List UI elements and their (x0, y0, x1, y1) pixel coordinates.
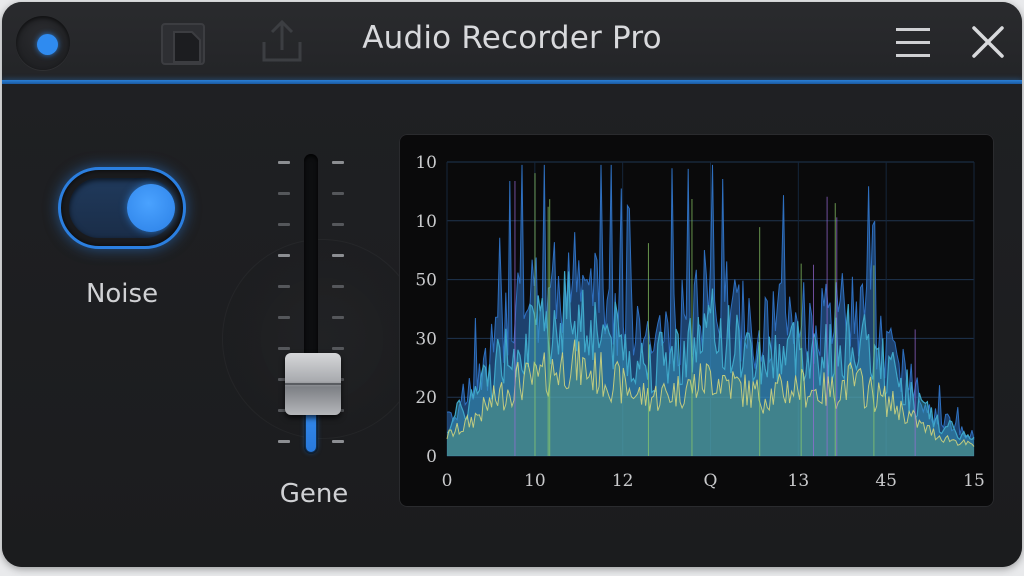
x-tick-label: Q (704, 471, 718, 491)
y-tick-label: 0 (426, 447, 437, 467)
x-tick-label: 0 (442, 471, 453, 491)
y-tick-label: 30 (415, 329, 437, 349)
fader-tick (332, 285, 344, 288)
x-tick-label: 12 (612, 471, 634, 491)
noise-toggle[interactable] (58, 167, 186, 249)
fader-tick (278, 440, 290, 443)
fader-tick (332, 440, 344, 443)
close-icon[interactable] (970, 24, 1008, 62)
fader-tick (278, 254, 290, 257)
fader-tick (278, 161, 290, 164)
spectrum-chart: 0 20 30 50 10 10 0 10 12 Q 13 45 15 (415, 153, 985, 491)
app-window: Audio Recorder Pro Noise Gene 0 20 30 50… (2, 2, 1022, 567)
x-tick-label: 15 (963, 471, 985, 491)
fader-tick (332, 254, 344, 257)
fader-tick (332, 223, 344, 226)
spectrum-chart-panel: 0 20 30 50 10 10 0 10 12 Q 13 45 15 (399, 134, 994, 507)
gain-fader (222, 144, 422, 484)
share-icon[interactable] (258, 18, 306, 66)
y-tick-label: 20 (415, 388, 437, 408)
y-tick-label: 10 (415, 212, 437, 232)
record-indicator-icon (37, 34, 58, 55)
fader-knob[interactable] (285, 353, 341, 415)
y-tick-label: 50 (415, 271, 437, 291)
fader-tick (332, 161, 344, 164)
title-bar: Audio Recorder Pro (2, 2, 1022, 82)
main-panel: Noise Gene 0 20 30 50 10 10 0 10 12 Q 13… (2, 84, 1022, 567)
x-tick-label: 10 (524, 471, 546, 491)
fader-tick (332, 316, 344, 319)
fader-tick (278, 223, 290, 226)
gain-label: Gene (279, 479, 349, 509)
fader-tick (332, 347, 344, 350)
save-icon[interactable] (160, 22, 208, 66)
fader-tick (332, 192, 344, 195)
fader-tick (278, 316, 290, 319)
noise-label: Noise (85, 279, 159, 309)
fader-tick (278, 285, 290, 288)
toggle-knob[interactable] (127, 184, 175, 232)
toggle-track (69, 178, 175, 238)
fader-tick (278, 192, 290, 195)
x-tick-label: 45 (875, 471, 897, 491)
x-tick-label: 13 (788, 471, 810, 491)
fader-tick (278, 347, 290, 350)
y-tick-label: 10 (415, 153, 437, 173)
menu-icon[interactable] (894, 24, 934, 62)
window-title: Audio Recorder Pro (362, 20, 662, 56)
